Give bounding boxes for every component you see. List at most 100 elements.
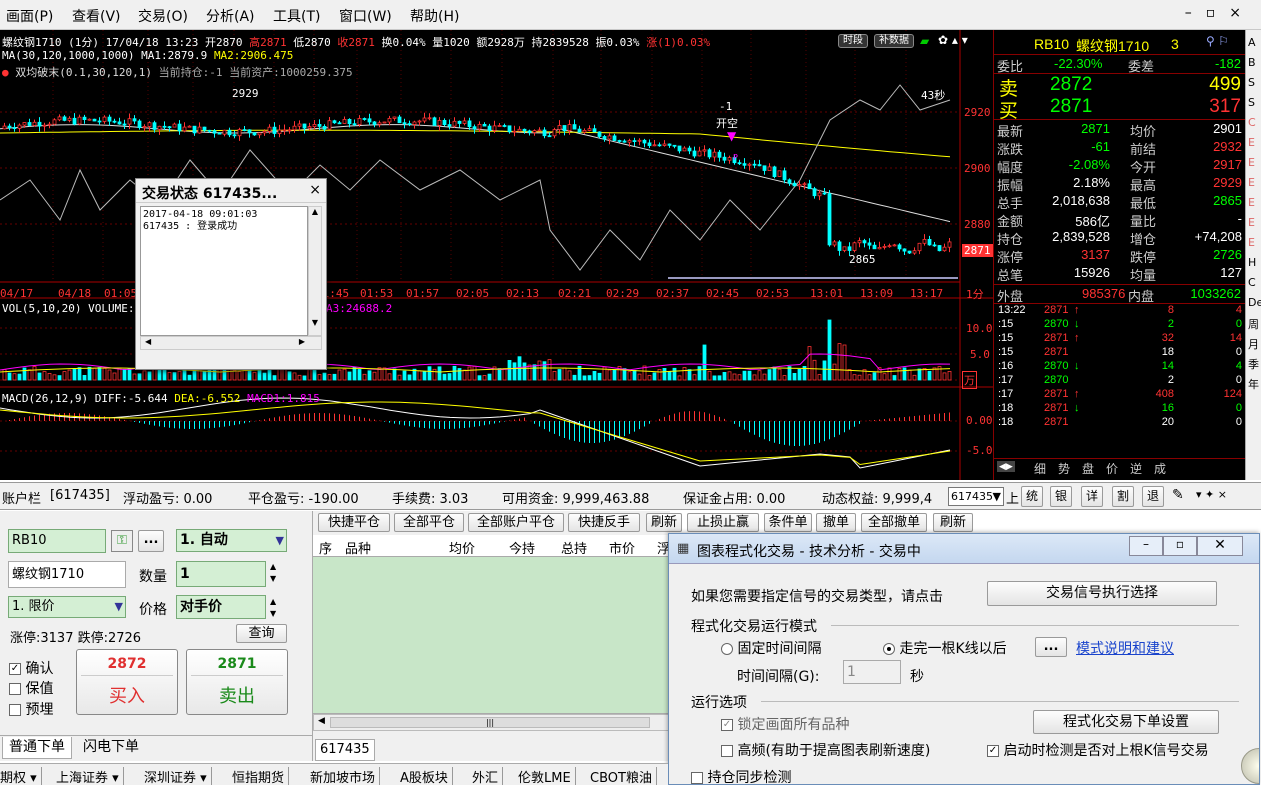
side-tab[interactable]: A bbox=[1248, 36, 1261, 49]
trade-status-popup[interactable]: 交易状态 617435... × 2017-04-18 09:01:03 617… bbox=[135, 178, 327, 370]
more-button[interactable]: ... bbox=[138, 530, 164, 552]
price-type-select[interactable]: 1. 限价 ▼ bbox=[8, 596, 126, 618]
popup-title[interactable]: 交易状态 617435... bbox=[136, 179, 326, 203]
exit-button[interactable]: 退 bbox=[1142, 486, 1164, 507]
up-button[interactable]: 上 bbox=[1006, 488, 1019, 507]
pos-btn-6[interactable]: 条件单 bbox=[764, 513, 812, 532]
close-icon[interactable]: × bbox=[309, 182, 321, 198]
preset-checkbox[interactable]: 预埋 bbox=[9, 699, 53, 719]
qty-stepper[interactable]: ▲ ▼ bbox=[270, 561, 276, 585]
tab-normal-order[interactable]: 普通下单 bbox=[2, 737, 72, 759]
tab-flash-order[interactable]: 闪电下单 bbox=[76, 737, 146, 759]
fill-data-button[interactable]: 补数据 bbox=[874, 34, 914, 48]
lock-icon[interactable]: ⚿ bbox=[111, 530, 133, 552]
confirm-checkbox[interactable]: ✓ 确认 bbox=[9, 658, 53, 678]
side-tab[interactable]: E bbox=[1248, 236, 1261, 249]
market-tab[interactable]: 新加坡市场 bbox=[310, 767, 381, 785]
market-tab[interactable]: 伦敦LME bbox=[518, 767, 576, 785]
menu-view[interactable]: 查看(V) bbox=[72, 6, 121, 26]
quote-tab[interactable]: 价 bbox=[1106, 460, 1118, 477]
order-settings-button[interactable]: 程式化交易下单设置 bbox=[1033, 710, 1219, 734]
side-tab[interactable]: E bbox=[1248, 216, 1261, 229]
cut-button[interactable]: 割 bbox=[1112, 486, 1134, 507]
popup-hscroll[interactable]: ◀ ▶ bbox=[140, 336, 322, 350]
pos-btn-0[interactable]: 快捷平仓 bbox=[318, 513, 390, 532]
pos-btn-4[interactable]: 刷新 bbox=[646, 513, 682, 532]
market-tab[interactable]: CBOT粮油 bbox=[590, 767, 657, 785]
quote-tab[interactable]: 盘 bbox=[1082, 460, 1094, 477]
side-tab[interactable]: E bbox=[1248, 136, 1261, 149]
positions-table-body[interactable] bbox=[313, 557, 670, 714]
sync-position-checkbox[interactable]: 持仓同步检测 bbox=[691, 767, 791, 784]
price-stepper[interactable]: ▲ ▼ bbox=[270, 596, 276, 620]
quote-tab[interactable]: 细 bbox=[1034, 460, 1046, 477]
side-tab[interactable]: S bbox=[1248, 96, 1261, 109]
pos-btn-2[interactable]: 全部账户平仓 bbox=[468, 513, 564, 532]
pos-btn-5[interactable]: 止损止赢 bbox=[687, 513, 759, 532]
tab-account-617435[interactable]: 617435 bbox=[315, 739, 375, 761]
query-button[interactable]: 查询 bbox=[236, 624, 287, 643]
market-tab[interactable]: 外汇 bbox=[472, 767, 504, 785]
detail-button[interactable]: 详 bbox=[1081, 486, 1103, 507]
side-tab[interactable]: E bbox=[1248, 196, 1261, 209]
interval-input[interactable]: 1 bbox=[843, 660, 901, 684]
hedge-checkbox[interactable]: 保值 bbox=[9, 678, 53, 698]
price-input[interactable]: 对手价 bbox=[176, 595, 266, 619]
tools-icon[interactable]: ✎ bbox=[1172, 487, 1184, 503]
market-tab[interactable]: 深圳证券 ▾ bbox=[144, 767, 212, 785]
side-tab[interactable]: C bbox=[1248, 276, 1261, 289]
signal-select-button[interactable]: 交易信号执行选择 bbox=[987, 581, 1217, 606]
quote-icons[interactable]: ⚲ ⚐ bbox=[1206, 34, 1229, 48]
dialog-titlebar[interactable]: ▦ 图表程式化交易 - 技术分析 - 交易中 – ▫ ✕ bbox=[669, 534, 1259, 564]
side-tab[interactable]: H bbox=[1248, 256, 1261, 269]
mode-help-link[interactable]: 模式说明和建议 bbox=[1076, 638, 1174, 658]
side-tab[interactable]: E bbox=[1248, 176, 1261, 189]
order-mode-select[interactable]: 1. 自动 ▼ bbox=[176, 529, 287, 552]
quote-tab[interactable]: 逆 bbox=[1130, 460, 1142, 477]
side-tab[interactable]: 年 bbox=[1248, 376, 1261, 391]
mode-bar-radio[interactable]: 走完一根K线以后 bbox=[883, 638, 1007, 658]
menu-tools[interactable]: 工具(T) bbox=[273, 6, 320, 26]
popup-vscroll[interactable]: ▲ ▼ bbox=[308, 206, 322, 336]
high-freq-checkbox[interactable]: 高频(有助于提高图表刷新速度) bbox=[721, 740, 930, 760]
menu-trade[interactable]: 交易(O) bbox=[138, 6, 188, 26]
positions-hscroll[interactable]: ◀ ||| bbox=[313, 714, 670, 731]
pos-btn-1[interactable]: 全部平仓 bbox=[394, 513, 464, 532]
restore-icon[interactable]: ▫ bbox=[1206, 5, 1230, 21]
pin-icon[interactable]: ▾ ✦ × bbox=[1196, 488, 1227, 501]
code-input[interactable]: RB10 bbox=[8, 529, 106, 553]
scroll-left-icon[interactable]: ◀▶ bbox=[997, 461, 1015, 472]
side-tab[interactable]: 周 bbox=[1248, 316, 1261, 331]
market-tab[interactable]: 上海证券 ▾ bbox=[56, 767, 124, 785]
mode-fixed-radio[interactable]: 固定时间间隔 bbox=[721, 638, 821, 658]
pos-btn-7[interactable]: 撤单 bbox=[816, 513, 856, 532]
side-tab[interactable]: 月 bbox=[1248, 336, 1261, 351]
menu-draw[interactable]: 画面(P) bbox=[6, 6, 53, 26]
time-segment-button[interactable]: 时段 bbox=[838, 34, 868, 48]
close-icon[interactable]: ✕ bbox=[1197, 536, 1243, 556]
account-select[interactable]: 617435 ▼ bbox=[948, 487, 1004, 506]
market-tab[interactable]: 期权 ▾ bbox=[0, 767, 42, 785]
globe-icon[interactable] bbox=[1241, 748, 1259, 784]
side-tab[interactable]: B bbox=[1248, 56, 1261, 69]
money-icon[interactable]: ▰ bbox=[920, 34, 929, 48]
qty-input[interactable]: 1 bbox=[176, 561, 266, 587]
market-tab[interactable]: A股板块 bbox=[400, 767, 453, 785]
stat-button[interactable]: 统 bbox=[1021, 486, 1043, 507]
detect-signal-checkbox[interactable]: ✓ 启动时检测是否对上根K信号交易 bbox=[987, 740, 1209, 760]
side-tab[interactable]: E bbox=[1248, 156, 1261, 169]
market-tab[interactable]: 恒指期货 bbox=[232, 767, 290, 785]
chart-toolbar-icons[interactable]: ✿ ▴ ▾ bbox=[938, 33, 968, 47]
menu-window[interactable]: 窗口(W) bbox=[339, 6, 392, 26]
side-tab[interactable]: 季 bbox=[1248, 356, 1261, 371]
close-icon[interactable]: × bbox=[1229, 5, 1255, 21]
quote-tab[interactable]: 势 bbox=[1058, 460, 1070, 477]
bank-button[interactable]: 银 bbox=[1050, 486, 1072, 507]
side-tab[interactable]: De bbox=[1248, 296, 1261, 309]
restore-icon[interactable]: ▫ bbox=[1163, 536, 1197, 556]
buy-button[interactable]: 2872 买入 bbox=[76, 649, 178, 715]
mode-more-button[interactable]: ... bbox=[1035, 637, 1067, 657]
menu-analysis[interactable]: 分析(A) bbox=[206, 6, 255, 26]
pos-btn-8[interactable]: 全部撤单 bbox=[861, 513, 927, 532]
pos-btn-3[interactable]: 快捷反手 bbox=[568, 513, 640, 532]
